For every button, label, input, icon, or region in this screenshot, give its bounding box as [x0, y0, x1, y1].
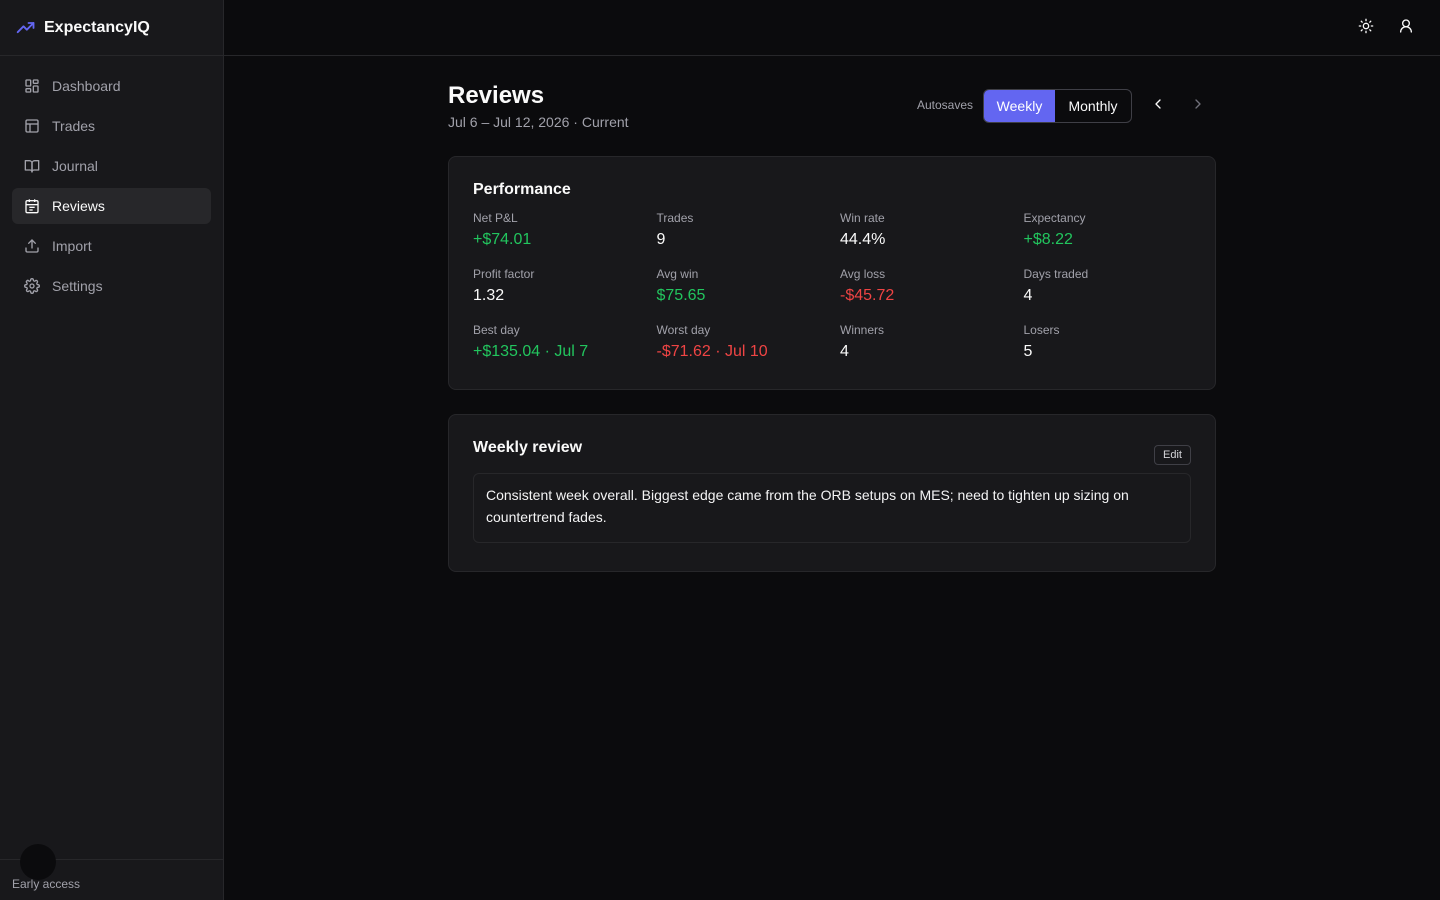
stat-expectancy: Expectancy +$8.22 [1024, 210, 1208, 252]
theme-toggle-button[interactable] [1352, 14, 1380, 42]
sun-icon [1358, 18, 1374, 39]
review-text[interactable]: Consistent week overall. Biggest edge ca… [473, 473, 1191, 543]
sidebar-item-import[interactable]: Import [12, 228, 211, 264]
main-content: Reviews Jul 6 – Jul 12, 2026 · Current A… [448, 56, 1216, 572]
stat-value: +$74.01 [473, 231, 532, 248]
stat-value: 9 [656, 231, 666, 248]
stat-value: 5 [1023, 343, 1033, 360]
user-icon [1398, 18, 1414, 39]
stat-win-rate: Win rate 44.4% [840, 210, 1024, 252]
stat-label: Profit factor [473, 267, 535, 281]
stat-value: +$8.22 [1023, 231, 1073, 248]
stat-label: Best day [473, 323, 520, 337]
sidebar-item-label: Import [52, 238, 92, 254]
sidebar-item-label: Settings [52, 278, 103, 294]
stat-label: Worst day [656, 323, 711, 337]
sidebar-item-label: Dashboard [52, 78, 121, 94]
stat-value: 4 [1023, 287, 1033, 304]
gear-icon [24, 278, 40, 294]
sidebar-item-label: Trades [52, 118, 96, 134]
stat-label: Days traded [1023, 267, 1089, 281]
top-bar [224, 0, 1440, 56]
stat-losers: Losers 5 [1024, 322, 1208, 364]
stat-label: Expectancy [1023, 211, 1086, 225]
stat-label: Avg loss [840, 267, 886, 281]
early-access-label: Early access [12, 877, 81, 891]
app-name: ExpectancyIQ [44, 18, 150, 36]
weekly-review-title: Weekly review [473, 439, 583, 456]
stat-label: Net P&L [473, 211, 518, 225]
sidebar-item-label: Journal [52, 158, 98, 174]
chevron-right-icon [1190, 96, 1206, 117]
app-root: ExpectancyIQ Dashboard Trades Journal Re… [0, 0, 1440, 900]
stat-label: Win rate [840, 211, 885, 225]
sidebar-item-settings[interactable]: Settings [12, 268, 211, 304]
stat-days-traded: Days traded 4 [1024, 266, 1208, 308]
stats-grid: Net P&L +$74.01 Trades 9 Win rate 44.4% … [473, 210, 1191, 364]
user-menu-button[interactable] [1392, 14, 1420, 42]
weekly-review-card: Weekly review Edit Consistent week overa… [448, 414, 1216, 572]
brand[interactable]: ExpectancyIQ [0, 0, 223, 56]
date-range: Jul 6 – Jul 12, 2026 · Current [448, 114, 629, 130]
stat-value: 44.4% [840, 231, 886, 248]
chevron-left-icon [1150, 96, 1166, 117]
next-period-button[interactable] [1186, 94, 1210, 118]
stat-best-day: Best day +$135.04 · Jul 7 [473, 322, 657, 364]
performance-title: Performance [473, 181, 571, 198]
sidebar-item-label: Reviews [52, 198, 105, 214]
sidebar-nav: Dashboard Trades Journal Reviews Import … [0, 56, 223, 304]
stat-value: -$45.72 [840, 287, 895, 304]
edit-review-button[interactable]: Edit [1154, 445, 1191, 465]
stat-avg-win: Avg win $75.65 [657, 266, 841, 308]
table-icon [24, 118, 40, 134]
stat-value: +$135.04 · Jul 7 [473, 343, 589, 360]
stat-value: -$71.62 · Jul 10 [656, 343, 768, 360]
period-toggle: Weekly Monthly [983, 89, 1132, 123]
dashboard-icon [24, 78, 40, 94]
sidebar-item-reviews[interactable]: Reviews [12, 188, 211, 224]
monthly-tab[interactable]: Monthly [1055, 90, 1131, 122]
page-header: Reviews Jul 6 – Jul 12, 2026 · Current A… [448, 56, 1216, 156]
stat-value: 1.32 [473, 287, 505, 304]
stat-profit-factor: Profit factor 1.32 [473, 266, 657, 308]
sidebar-item-dashboard[interactable]: Dashboard [12, 68, 211, 104]
avatar[interactable] [20, 844, 56, 880]
stat-trades: Trades 9 [657, 210, 841, 252]
upload-icon [24, 238, 40, 254]
calendar-icon [24, 198, 40, 214]
stat-label: Trades [656, 211, 694, 225]
stat-label: Losers [1023, 323, 1060, 337]
previous-period-button[interactable] [1146, 94, 1170, 118]
stat-label: Avg win [656, 267, 699, 281]
stat-label: Winners [840, 323, 885, 337]
autosaves-label: Autosaves [917, 98, 974, 112]
sidebar: ExpectancyIQ Dashboard Trades Journal Re… [0, 0, 224, 900]
sidebar-item-journal[interactable]: Journal [12, 148, 211, 184]
stat-value: $75.65 [656, 287, 706, 304]
performance-card: Performance Net P&L +$74.01 Trades 9 Win… [448, 156, 1216, 390]
stat-avg-loss: Avg loss -$45.72 [840, 266, 1024, 308]
weekly-tab[interactable]: Weekly [984, 90, 1055, 122]
sidebar-item-trades[interactable]: Trades [12, 108, 211, 144]
stat-winners: Winners 4 [840, 322, 1024, 364]
page-title: Reviews [448, 82, 545, 109]
stat-worst-day: Worst day -$71.62 · Jul 10 [657, 322, 841, 364]
stat-net-pnl: Net P&L +$74.01 [473, 210, 657, 252]
trending-up-icon [16, 18, 36, 38]
book-icon [24, 158, 40, 174]
stat-value: 4 [840, 343, 849, 360]
